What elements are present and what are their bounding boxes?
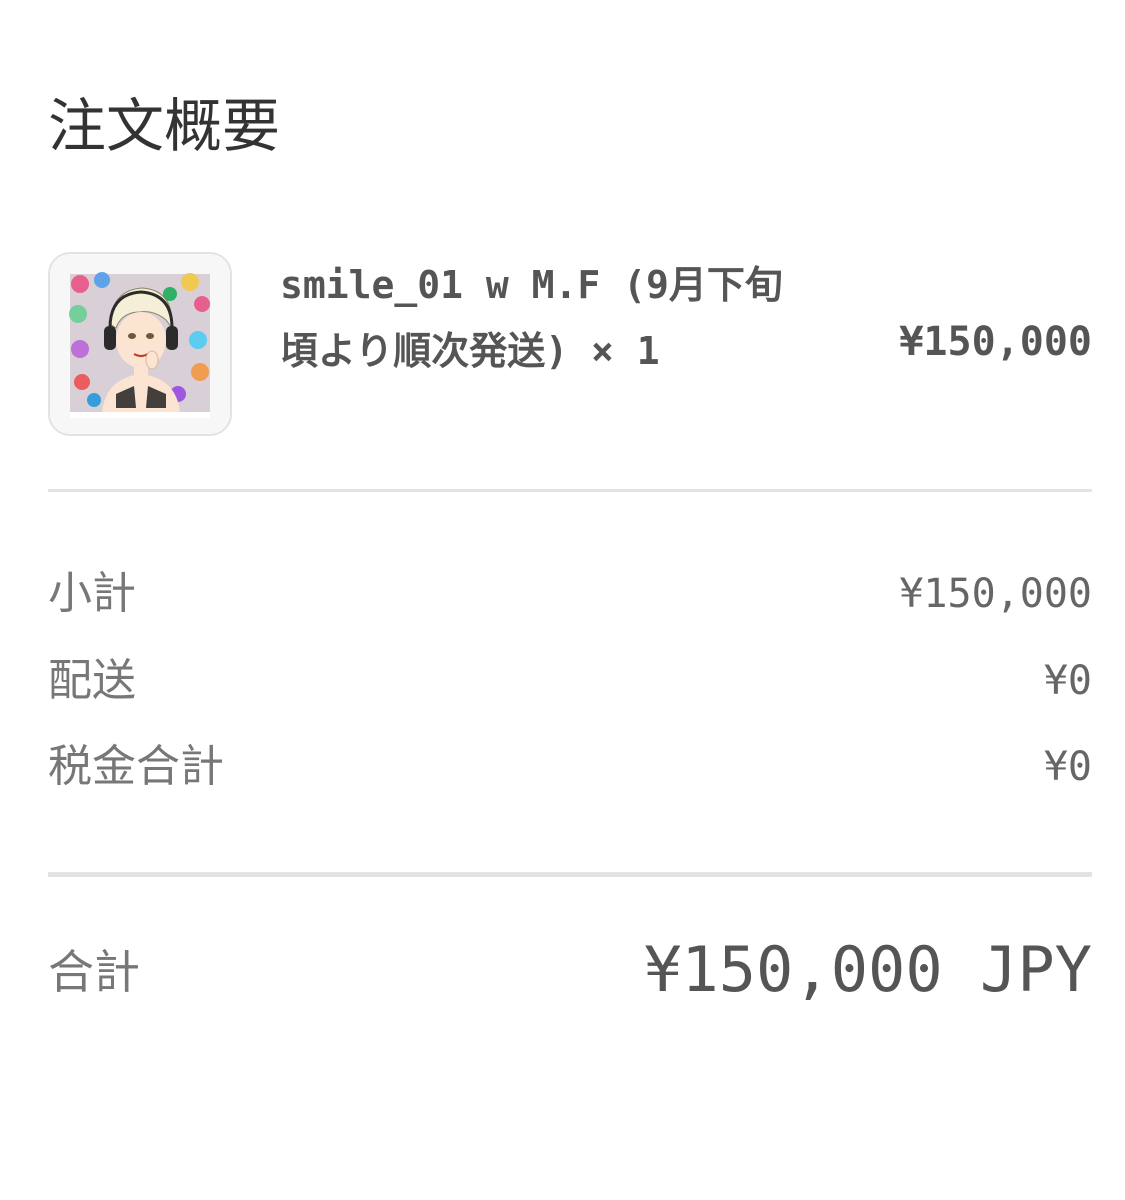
total-value: ¥150,000 JPY xyxy=(644,933,1092,1006)
shipping-value: ¥0 xyxy=(1043,658,1092,704)
order-summary-title: 注文概要 xyxy=(48,92,281,160)
tax-row: 税金合計 ¥0 xyxy=(48,737,1092,797)
shipping-label: 配送 xyxy=(48,655,136,706)
subtotal-value: ¥150,000 xyxy=(899,571,1092,617)
shipping-row: 配送 ¥0 xyxy=(48,651,1092,711)
tax-label: 税金合計 xyxy=(48,741,224,792)
line-item: smile_01 w M.F (9月下旬頃より順次発送) × 1 ¥150,00… xyxy=(48,252,1092,442)
subtotal-label: 小計 xyxy=(48,568,136,619)
divider xyxy=(48,489,1092,492)
product-thumbnail xyxy=(48,252,232,436)
total-divider xyxy=(48,872,1092,877)
tax-value: ¥0 xyxy=(1043,744,1092,790)
item-name: smile_01 w M.F (9月下旬頃より順次発送) × 1 xyxy=(280,263,783,373)
subtotal-row: 小計 ¥150,000 xyxy=(48,564,1092,624)
artwork-thumbnail xyxy=(50,254,230,434)
total-label: 合計 xyxy=(48,945,140,999)
item-price: ¥150,000 xyxy=(899,319,1092,365)
total-row: 合計 ¥150,000 JPY xyxy=(48,933,1092,1006)
